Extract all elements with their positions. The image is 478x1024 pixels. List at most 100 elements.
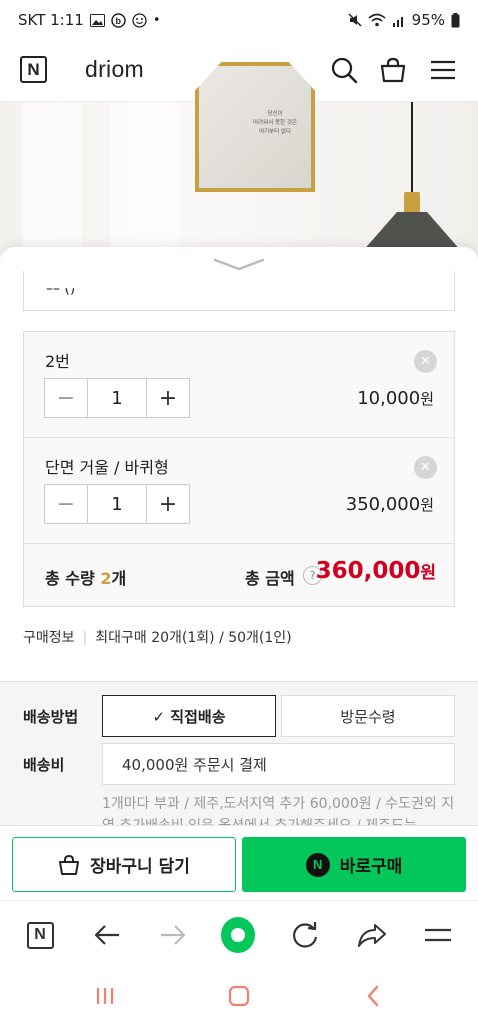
option-price: 10,000원	[357, 388, 434, 409]
quantity-stepper: − 1 +	[44, 484, 190, 524]
total-amount-label: 총 금액	[245, 569, 295, 588]
delivery-fee-label: 배송비	[23, 756, 65, 774]
remove-option-button[interactable]: ✕	[414, 350, 437, 373]
option-bottom-sheet: –– () 2번 ✕ − 1 + 10,000원 단면 거울 / 바퀴형 ✕ −…	[0, 247, 478, 837]
quantity-value[interactable]: 1	[87, 485, 147, 523]
mirror-text: 당신이 어려워서 못한 것은 여기부터 없다	[250, 110, 300, 137]
naver-home-icon: N	[26, 921, 54, 949]
more-notifications-dot-icon: •	[152, 12, 161, 28]
home-icon	[228, 985, 250, 1007]
decrease-quantity-button[interactable]: −	[45, 379, 87, 417]
gallery-notification-icon	[89, 13, 105, 27]
option-price-value: 10,000	[357, 388, 421, 409]
brand-logo-suffix: om	[111, 56, 145, 82]
battery-percent: 95%	[411, 11, 445, 29]
option-price: 350,000원	[346, 494, 434, 515]
lamp-fitting	[404, 192, 420, 214]
mirror-text-line: 여기부터 없다	[258, 129, 292, 135]
quantity-stepper: − 1 +	[44, 378, 190, 418]
brand-logo-prefix: dri	[85, 56, 112, 82]
selected-option-item: 2번 ✕ − 1 + 10,000원	[24, 332, 454, 438]
hamburger-menu-icon[interactable]	[429, 56, 457, 84]
purchase-info: 구매정보 | 최대구매 20개(1회) / 50개(1인)	[23, 627, 292, 647]
share-button[interactable]	[355, 918, 389, 952]
back-arrow-icon	[94, 925, 119, 945]
green-dot-button[interactable]	[221, 917, 255, 953]
pickup-button[interactable]: 방문수령	[281, 695, 455, 737]
close-icon: ✕	[420, 354, 431, 369]
total-quantity: 총 수량 2개	[45, 565, 126, 589]
wifi-icon	[368, 13, 386, 27]
option-select-dropdown[interactable]: –– ()	[23, 271, 455, 311]
purchase-info-value: 최대구매 20개(1회) / 50개(1인)	[95, 630, 292, 646]
delivery-section: 배송방법 ✓ 직접배송 방문수령 배송비 40,000원 주문시 결제 1개마다…	[0, 681, 478, 837]
increase-quantity-button[interactable]: +	[147, 379, 189, 417]
share-icon	[358, 924, 386, 947]
mute-icon	[348, 13, 362, 27]
remove-option-button[interactable]: ✕	[414, 456, 437, 479]
back-icon	[367, 985, 379, 1007]
selected-options-box: 2번 ✕ − 1 + 10,000원 단면 거울 / 바퀴형 ✕ − 1 + 3…	[23, 331, 455, 607]
total-quantity-label: 총 수량	[45, 569, 95, 588]
buy-now-button[interactable]: N 바로구매	[242, 837, 466, 892]
option-select-value: –– ()	[46, 281, 76, 297]
total-amount-value: 360,000	[315, 558, 421, 584]
add-to-cart-label: 장바구니 담기	[90, 857, 190, 877]
refresh-button[interactable]	[288, 918, 322, 952]
total-amount: 360,000원	[316, 558, 436, 584]
decrease-quantity-button[interactable]: −	[45, 485, 87, 523]
delivery-method-label: 배송방법	[23, 708, 79, 726]
svg-text:b: b	[115, 16, 121, 26]
b-notification-icon: b	[111, 12, 126, 28]
browser-menu-button[interactable]	[421, 918, 455, 952]
order-total-row: 총 수량 2개 총 금액 ? 360,000원	[24, 544, 454, 606]
purchase-info-label: 구매정보	[23, 630, 75, 646]
search-icon[interactable]	[330, 56, 358, 84]
status-bar: SKT 1:11 b • 95%	[0, 0, 478, 42]
recent-apps-button[interactable]	[90, 982, 120, 1010]
delivery-fee-value: 40,000원 주문시 결제	[102, 743, 455, 785]
mirror-text-line: 당신이	[267, 111, 283, 117]
naver-n-logo[interactable]: N	[20, 56, 47, 83]
system-navigation-bar	[0, 968, 478, 1024]
recent-apps-icon	[96, 988, 114, 1004]
system-back-button[interactable]	[358, 982, 388, 1010]
total-quantity-value: 2	[100, 569, 112, 588]
increase-quantity-button[interactable]: +	[147, 485, 189, 523]
battery-icon	[451, 12, 460, 27]
emoji-notification-icon	[132, 12, 147, 28]
shopping-bag-icon	[59, 854, 80, 875]
close-icon: ✕	[420, 460, 431, 475]
lamp-cord	[411, 102, 413, 194]
option-name: 2번	[45, 352, 70, 371]
total-quantity-unit: 개	[111, 569, 127, 588]
wall-panel	[110, 102, 180, 262]
total-amount-unit: 원	[420, 563, 436, 583]
selected-option-item: 단면 거울 / 바퀴형 ✕ − 1 + 350,000원	[24, 438, 454, 544]
naver-pay-icon: N	[305, 852, 330, 877]
signal-icon	[392, 16, 403, 27]
refresh-icon	[293, 922, 318, 948]
option-price-unit: 원	[420, 390, 434, 408]
direct-delivery-button[interactable]: ✓ 직접배송	[102, 695, 276, 737]
carrier-time: SKT 1:11	[18, 11, 84, 29]
green-dot-icon	[221, 917, 255, 953]
wall-panel	[22, 102, 82, 262]
option-price-unit: 원	[420, 496, 434, 514]
option-price-value: 350,000	[345, 494, 421, 515]
naver-home-button[interactable]: N	[23, 918, 57, 952]
back-button[interactable]	[90, 918, 124, 952]
purchase-action-bar: 장바구니 담기 N 바로구매	[0, 825, 478, 900]
home-button[interactable]	[224, 982, 254, 1010]
mirror-text-line: 어려워서 못한 것은	[253, 120, 297, 126]
option-name: 단면 거울 / 바퀴형	[45, 458, 169, 477]
menu-icon	[425, 928, 451, 942]
quantity-value[interactable]: 1	[87, 379, 147, 417]
divider: |	[82, 630, 88, 646]
shopping-bag-icon[interactable]	[379, 56, 407, 84]
brand-logo[interactable]: driom	[85, 56, 144, 83]
add-to-cart-button[interactable]: 장바구니 담기	[12, 837, 236, 892]
forward-arrow-icon	[161, 925, 186, 945]
buy-now-label: 바로구매	[339, 857, 403, 877]
forward-button[interactable]	[156, 918, 190, 952]
